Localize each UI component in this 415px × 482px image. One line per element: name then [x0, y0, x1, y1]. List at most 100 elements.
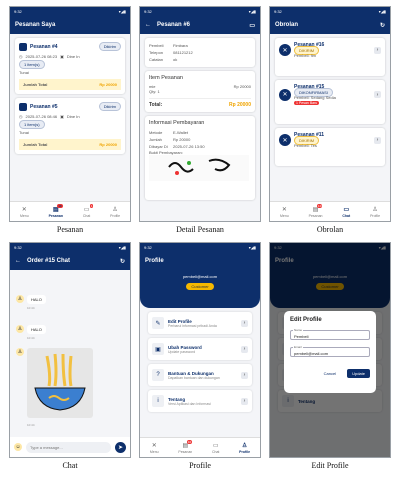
avatar: ♙: [16, 295, 24, 303]
cutlery-icon: ✕: [281, 206, 287, 213]
status-badge: Dikirim: [98, 102, 121, 111]
total-label: Jumlah Total: [23, 82, 48, 87]
chevron-right-icon: ›: [374, 136, 381, 144]
cutlery-icon: ✕: [279, 44, 291, 56]
cutlery-icon: ✕: [279, 88, 291, 101]
noodle-image[interactable]: [27, 348, 93, 418]
nav-chat[interactable]: ▭ Chat: [342, 206, 350, 218]
status-bar: 9:32▾◢▮: [140, 7, 260, 16]
section-title: Informasi Pembayaran: [149, 120, 205, 126]
page-title: Pesanan #6: [157, 22, 191, 28]
status-bar: 9:32▾◢▮: [10, 7, 130, 16]
order-card[interactable]: Pesanan #4 Dikirim ◷ 2025-07-26 08:23 ▣ Dine…: [15, 38, 125, 94]
total-amount: Rp 20000: [229, 102, 251, 108]
menu-change-password[interactable]: ▣ Ubah Password Update password ›: [148, 338, 252, 360]
order-card[interactable]: Pesanan #5 Dikirim ◷ 2025-07-26 08:46 ▣ Dine…: [15, 98, 125, 154]
receipt-icon: [19, 102, 27, 111]
signal-icon: ▾◢▮: [248, 9, 256, 14]
table-icon: ▣: [60, 114, 64, 119]
update-button[interactable]: Update: [347, 369, 370, 378]
cancel-button[interactable]: Cancel: [319, 369, 341, 378]
person-icon: ♙: [241, 442, 248, 449]
emoji-icon[interactable]: ☺: [14, 443, 22, 451]
message: ♙ HALO 10:44: [16, 318, 124, 340]
chevron-right-icon: ›: [241, 371, 248, 379]
page-title: Profile: [145, 258, 164, 264]
profile-header: pembeli@mail.com Customer: [140, 270, 260, 308]
order-date: 2025-07-26 08:23: [25, 54, 58, 59]
receipt-icon: ▤ 10: [312, 203, 323, 213]
total-label: Jumlah Total: [23, 142, 48, 147]
back-arrow-icon[interactable]: ←: [15, 258, 21, 264]
nav-profile[interactable]: ♙ Profile: [239, 442, 250, 454]
section-title: Item Pesanan: [149, 75, 183, 81]
signal-icon: ▾◢▮: [118, 9, 126, 14]
item-qty: Qty: 1: [149, 89, 160, 94]
send-button[interactable]: ➤: [115, 441, 126, 453]
signal-icon: ▾◢▮: [248, 245, 256, 250]
chat-list-item[interactable]: ✕ Pesanan #11 DIKIRIM Pembeli: Tes ›: [275, 128, 385, 166]
caption: Profile: [189, 461, 211, 470]
status-bar: 9:32▾◢▮: [270, 7, 390, 16]
items-card: Item Pesanan mie Rp 20000 Qty: 1 Total: Rp…: [145, 71, 255, 112]
info-icon: i: [152, 395, 164, 407]
bottom-nav: ✕ Menu ▤ 10 Pesanan ▭ Chat ♙ Profile: [270, 201, 390, 221]
nav-orders[interactable]: ▤ 10 Pesanan: [49, 203, 63, 218]
chevron-right-icon: ›: [241, 397, 248, 405]
chat-button[interactable]: ▭: [249, 22, 255, 29]
signal-icon: ▾◢▮: [118, 245, 126, 250]
refresh-icon[interactable]: ↻: [380, 22, 385, 29]
chat-list-item[interactable]: ✕ Pesanan #16 DIKIRIM Pembeli: fim ›: [275, 38, 385, 76]
items-badge: 1 item(s): [19, 120, 45, 129]
page-title: Order #15 Chat: [27, 258, 71, 264]
receipt-icon: [19, 42, 27, 51]
nav-menu[interactable]: ✕ Menu: [280, 206, 289, 218]
total-amount: Rp 20000: [99, 82, 117, 87]
chat-icon: ▭: [212, 442, 219, 449]
email-field[interactable]: Email pembeli@mail.com: [290, 345, 370, 357]
item-price: Rp 20000: [233, 84, 251, 89]
nav-orders[interactable]: ▤ 10 Pesanan: [178, 439, 193, 454]
chevron-right-icon: ›: [241, 345, 248, 353]
nav-chat[interactable]: ▭ Chat: [212, 442, 219, 454]
name-field[interactable]: Name Pembeli: [290, 328, 370, 340]
menu-about[interactable]: i Tentang Versi Aplikasi dan Informasi ›: [148, 390, 252, 412]
clock-icon: ◷: [19, 114, 23, 119]
payment-note: Tunai: [19, 130, 29, 135]
receipt-icon: ▤ 10: [182, 439, 193, 449]
refresh-icon[interactable]: ↻: [120, 258, 125, 265]
edit-profile-dialog: Edit Profile Name Pembeli Email pembeli@ma…: [284, 311, 376, 393]
profile-email: pembeli@mail.com: [182, 274, 218, 279]
order-date: 2025-07-26 08:46: [25, 114, 58, 119]
receipt-icon: ▤ 10: [52, 203, 63, 213]
chevron-right-icon: ›: [374, 91, 381, 98]
nav-menu[interactable]: ✕ Menu: [20, 206, 29, 218]
avatar: ♙: [16, 325, 24, 333]
composer: ☺ ➤: [10, 437, 130, 457]
total-amount: Rp 20000: [99, 142, 117, 147]
message: ♙ HALO 10:44: [16, 288, 124, 310]
payment-proof-image[interactable]: [149, 155, 249, 181]
signal-icon: ▾◢▮: [378, 9, 386, 14]
payment-note: Tunai: [19, 70, 29, 75]
chat-list-item[interactable]: ✕ Pesanan #15 DIKONFIRMASI Pembeli: Sedang…: [275, 80, 385, 124]
menu-edit-profile[interactable]: ✎ Edit Profile Perbarui informasi pribadi …: [148, 312, 252, 334]
person-icon: ♙: [112, 206, 118, 213]
lock-icon: ▣: [152, 343, 164, 355]
nav-menu[interactable]: ✕ Menu: [150, 442, 159, 454]
caption: Chat: [62, 461, 78, 470]
menu-help[interactable]: ? Bantuan & Dukungan Dapatkan bantuan dan …: [148, 364, 252, 386]
person-icon: ♙: [372, 206, 378, 213]
order-name: Pesanan #4: [30, 43, 58, 50]
table-icon: ▣: [60, 54, 64, 59]
order-method: Dine In: [66, 114, 80, 119]
nav-profile[interactable]: ♙ Profile: [110, 206, 120, 218]
back-arrow-icon[interactable]: ←: [145, 22, 151, 28]
nav-chat[interactable]: ▭ 1 Chat: [83, 203, 94, 218]
cutlery-icon: ✕: [21, 206, 27, 213]
order-method: Dine In: [66, 54, 80, 59]
nav-orders[interactable]: ▤ 10 Pesanan: [309, 203, 323, 218]
role-badge: Customer: [186, 283, 214, 290]
nav-profile[interactable]: ♙ Profile: [370, 206, 380, 218]
message-input[interactable]: [26, 441, 111, 453]
